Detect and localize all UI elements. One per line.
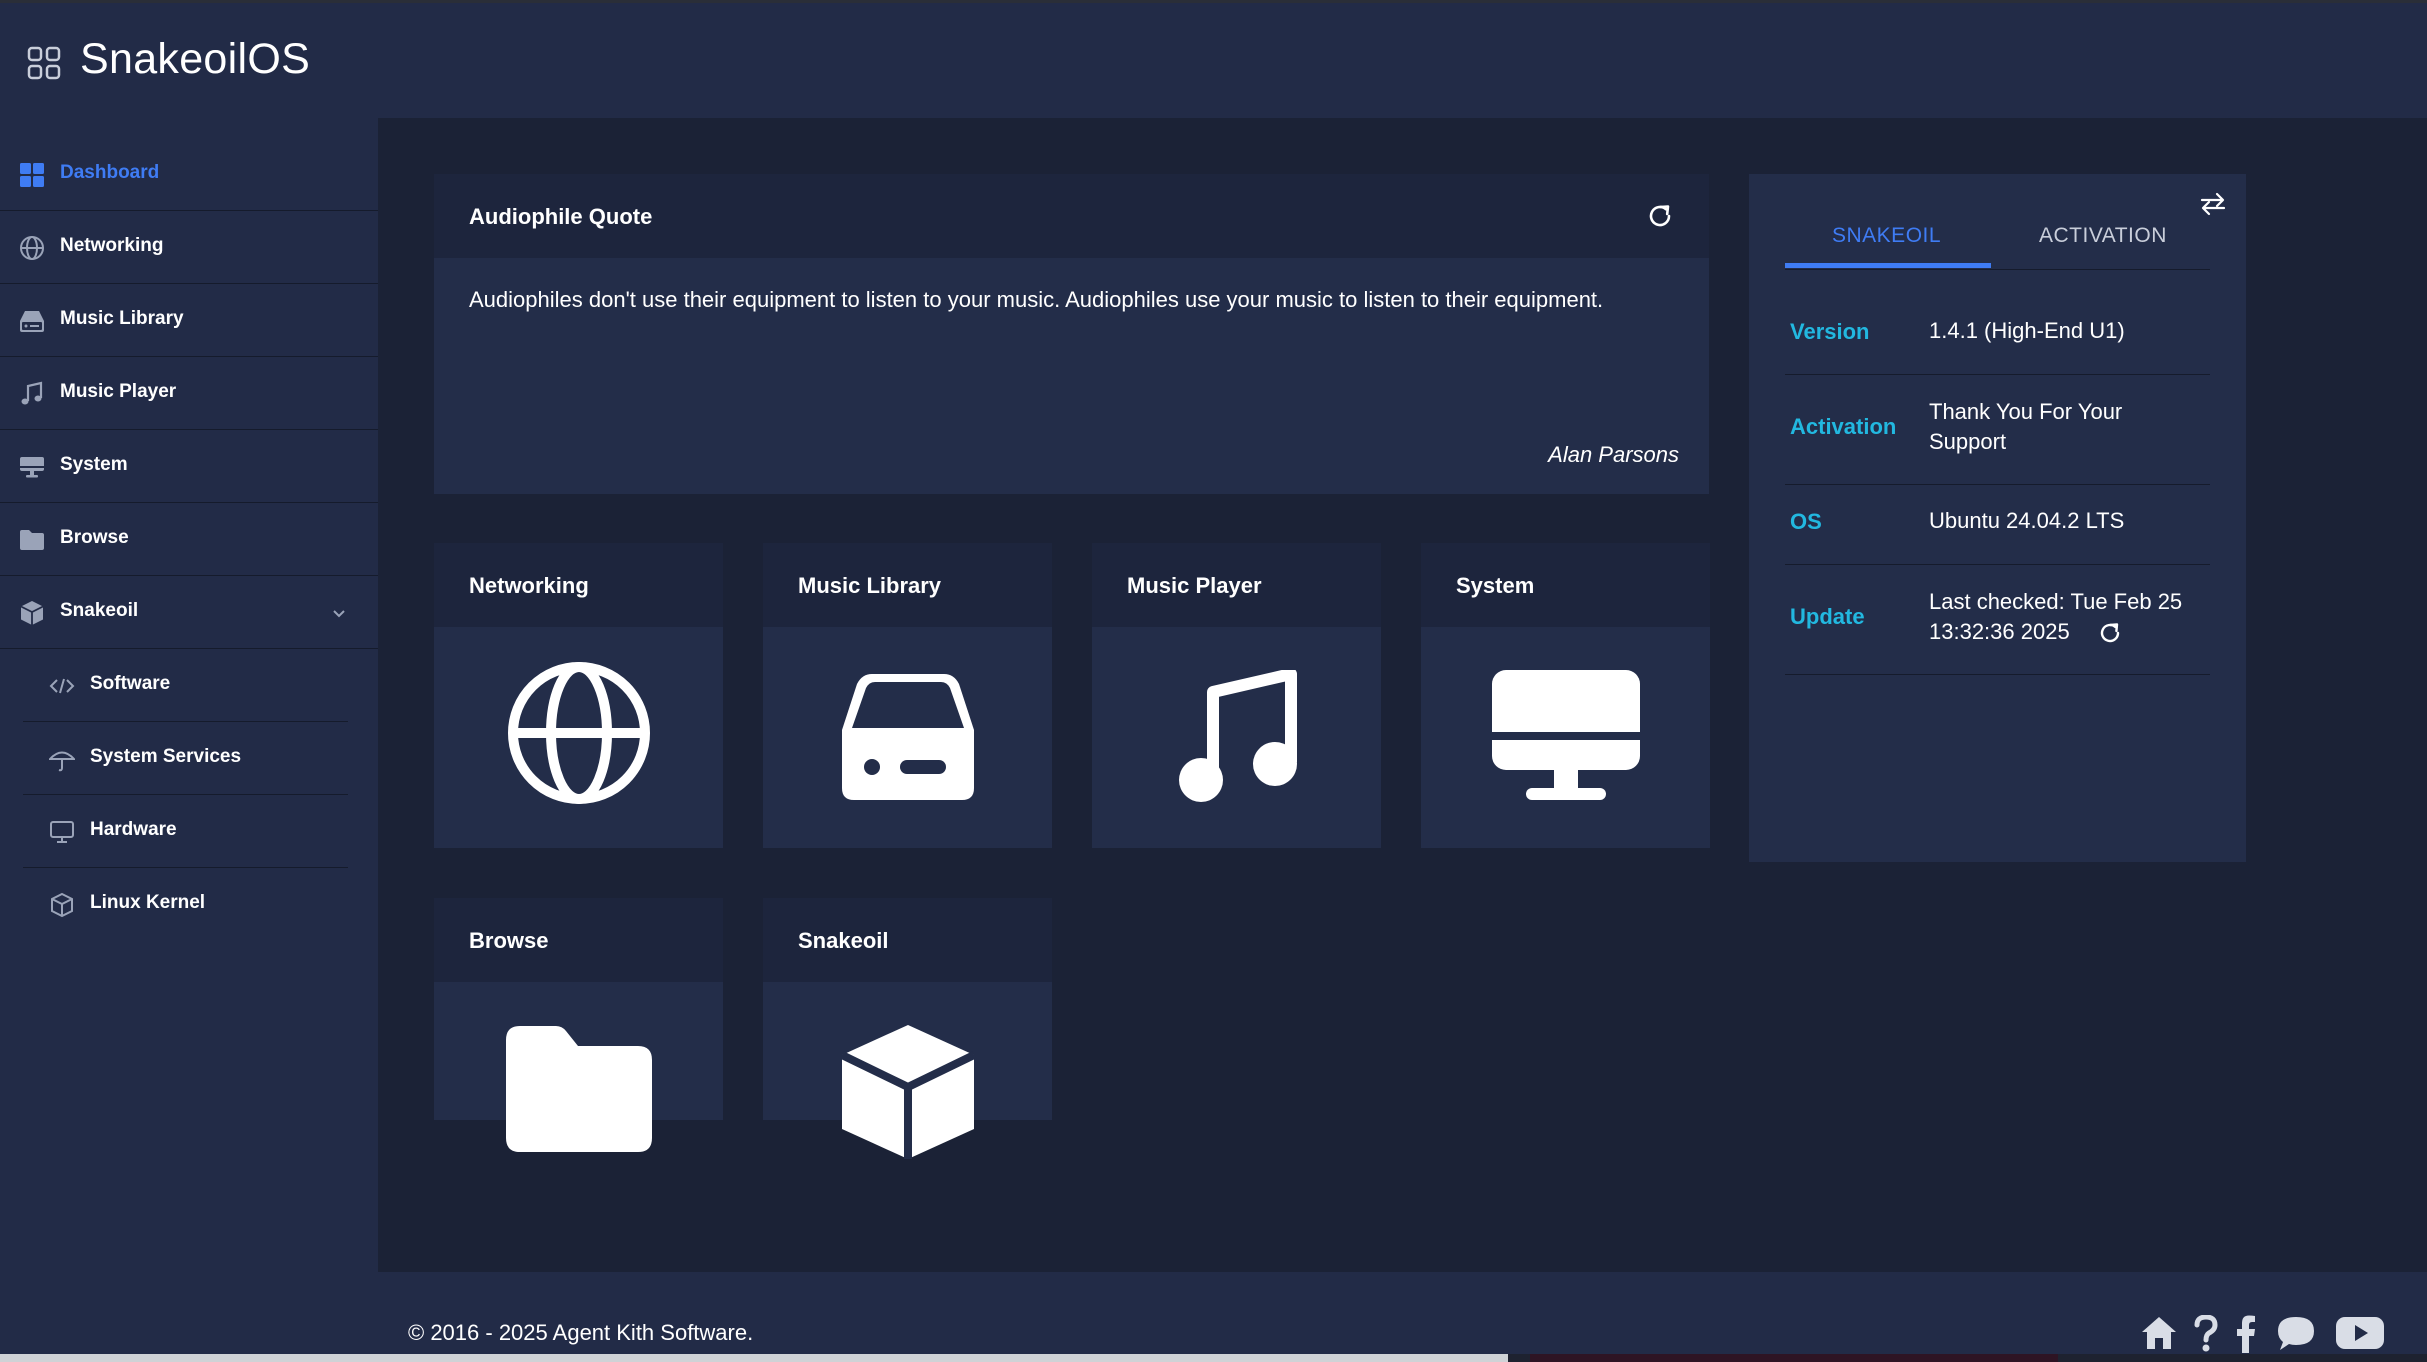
quote-title: Audiophile Quote <box>469 204 653 229</box>
tile-title: Networking <box>469 573 589 598</box>
tile-browse[interactable]: Browse <box>434 898 723 1152</box>
tile-title: Browse <box>469 928 549 953</box>
code-icon <box>49 678 75 694</box>
umbrella-icon <box>49 751 75 772</box>
youtube-icon[interactable] <box>2336 1315 2384 1351</box>
sidebar-subitem-label: Software <box>90 673 171 694</box>
info-row-update: Update Last checked: Tue Feb 25 13:32:36… <box>1785 564 2210 675</box>
tile-title: Music Player <box>1127 573 1262 598</box>
globe-icon <box>507 662 650 804</box>
info-key: Update <box>1790 604 1865 629</box>
info-value: 1.4.1 (High-End U1) <box>1929 318 2125 343</box>
music-note-icon <box>1178 670 1297 802</box>
home-icon[interactable] <box>2140 1315 2178 1351</box>
tile-snakeoil[interactable]: Snakeoil <box>763 898 1052 1159</box>
cube-outline-icon <box>51 892 73 918</box>
refresh-icon[interactable] <box>1646 202 1674 230</box>
info-value: Last checked: Tue Feb 25 13:32:36 2025 <box>1929 587 2229 647</box>
tile-header: Music Player <box>1092 543 1381 627</box>
footer: © 2016 - 2025 Agent Kith Software. <box>378 1272 2427 1354</box>
sidebar-item-label: Music Library <box>60 308 184 329</box>
sidebar-item-label: Music Player <box>60 381 177 402</box>
sidebar-subitem-linux-kernel[interactable]: Linux Kernel <box>23 868 348 941</box>
hard-drive-icon <box>20 311 44 332</box>
tile-header: Networking <box>434 543 723 627</box>
sidebar-subitem-label: Linux Kernel <box>90 892 206 913</box>
sidebar-subitem-system-services[interactable]: System Services <box>23 722 348 795</box>
info-value: Thank You For Your Support <box>1929 399 2123 454</box>
info-key: OS <box>1790 509 1822 534</box>
info-value: Ubuntu 24.04.2 LTS <box>1929 508 2125 533</box>
folder-icon <box>20 530 44 550</box>
sidebar-subitem-software[interactable]: Software <box>23 649 348 722</box>
tile-title: System <box>1456 573 1535 598</box>
tile-music-player[interactable]: Music Player <box>1092 543 1381 848</box>
tabs-divider <box>1785 269 2210 270</box>
sidebar-subitem-hardware[interactable]: Hardware <box>23 795 348 868</box>
sidebar-item-music-player[interactable]: Music Player <box>0 357 378 430</box>
quote-card: Audiophile Quote Audiophiles don't use t… <box>434 174 1709 494</box>
sidebar-item-music-library[interactable]: Music Library <box>0 284 378 357</box>
tile-header: System <box>1421 543 1710 627</box>
swap-icon[interactable] <box>2198 189 2228 219</box>
top-bar: SnakeoilOS <box>0 0 2427 118</box>
box-icon <box>841 1025 974 1159</box>
sidebar-item-browse[interactable]: Browse <box>0 503 378 576</box>
dashboard-grid-icon <box>20 163 44 187</box>
sidebar-subitem-label: System Services <box>90 746 242 767</box>
desktop-icon <box>50 821 74 843</box>
folder-icon <box>505 1026 652 1152</box>
quote-author: Alan Parsons <box>1548 442 1679 467</box>
hard-drive-icon <box>841 674 974 800</box>
info-row-os: OS Ubuntu 24.04.2 LTS <box>1785 484 2210 565</box>
tab-snakeoil[interactable]: SNAKEOIL <box>1832 224 1941 248</box>
tile-title: Music Library <box>798 573 942 598</box>
facebook-icon[interactable] <box>2236 1315 2256 1353</box>
sidebar: Dashboard Networking Music Library Music… <box>0 118 378 1354</box>
info-key: Version <box>1790 319 1870 344</box>
box-icon <box>20 601 44 625</box>
sidebar-item-label: Snakeoil <box>60 600 139 621</box>
info-row-activation: Activation Thank You For Your Support <box>1785 374 2210 485</box>
help-icon[interactable] <box>2193 1315 2219 1353</box>
update-text: Last checked: Tue Feb 25 13:32:36 2025 <box>1929 589 2183 644</box>
sidebar-item-system[interactable]: System <box>0 430 378 503</box>
sidebar-item-label: Dashboard <box>60 162 160 183</box>
monitor-icon <box>1491 670 1640 800</box>
sidebar-item-label: Networking <box>60 235 164 256</box>
tile-header: Snakeoil <box>763 898 1052 982</box>
tile-music-library[interactable]: Music Library <box>763 543 1052 848</box>
globe-icon <box>20 236 44 260</box>
quote-card-header: Audiophile Quote <box>434 174 1709 258</box>
copyright-text: © 2016 - 2025 Agent Kith Software. <box>408 1320 754 1345</box>
taskbar-strip <box>1530 1354 2058 1362</box>
sidebar-subitem-label: Hardware <box>90 819 177 840</box>
sidebar-item-networking[interactable]: Networking <box>0 211 378 284</box>
sidebar-item-snakeoil[interactable]: Snakeoil <box>0 576 378 649</box>
tile-title: Snakeoil <box>798 928 889 953</box>
refresh-icon[interactable] <box>2098 621 2122 645</box>
tab-activation[interactable]: ACTIVATION <box>2039 224 2167 248</box>
chevron-down-icon[interactable] <box>330 604 348 622</box>
sidebar-item-label: System <box>60 454 128 475</box>
info-card: SNAKEOIL ACTIVATION Version 1.4.1 (High-… <box>1749 174 2246 862</box>
monitor-icon <box>20 457 44 478</box>
active-tab-indicator <box>1785 263 1991 268</box>
tile-system[interactable]: System <box>1421 543 1710 848</box>
tile-header: Browse <box>434 898 723 982</box>
sidebar-item-label: Browse <box>60 527 129 548</box>
chat-icon[interactable] <box>2276 1315 2316 1353</box>
music-note-icon <box>21 381 43 405</box>
app-title: SnakeoilOS <box>80 35 311 83</box>
info-row-version: Version 1.4.1 (High-End U1) <box>1785 294 2210 375</box>
tile-networking[interactable]: Networking <box>434 543 723 848</box>
horizontal-scrollbar[interactable] <box>0 1354 1508 1362</box>
tile-header: Music Library <box>763 543 1052 627</box>
quote-text: Audiophiles don't use their equipment to… <box>469 287 1604 312</box>
apps-grid-icon[interactable] <box>27 46 61 80</box>
info-key: Activation <box>1790 414 1897 439</box>
main-content: Audiophile Quote Audiophiles don't use t… <box>378 118 2427 1272</box>
sidebar-item-dashboard[interactable]: Dashboard <box>0 138 378 211</box>
